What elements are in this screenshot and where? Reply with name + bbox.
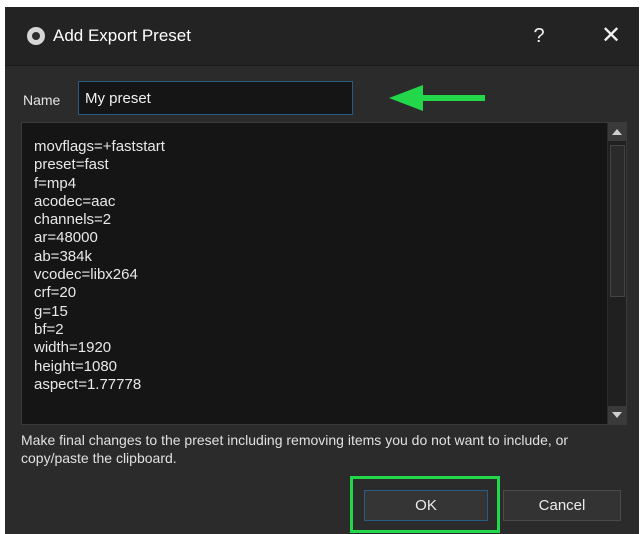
add-export-preset-dialog: Add Export Preset ? ✕ Name movflags=+fas… (5, 7, 639, 534)
preset-name-input[interactable] (78, 81, 353, 115)
preset-properties-textarea[interactable]: movflags=+faststart preset=fast f=mp4 ac… (21, 122, 627, 425)
preset-line: crf=20 (34, 284, 77, 302)
preset-line: ab=384k (34, 247, 92, 265)
title-bar: Add Export Preset ? ✕ (5, 7, 639, 66)
preset-line: height=1080 (34, 357, 117, 375)
preset-line: vcodec=libx264 (34, 266, 138, 284)
name-label: Name (23, 92, 61, 108)
cancel-button[interactable]: Cancel (503, 490, 621, 521)
scroll-up-arrow-icon[interactable] (608, 123, 626, 141)
close-button[interactable]: ✕ (596, 21, 626, 51)
help-button[interactable]: ? (524, 21, 554, 51)
scroll-down-arrow-icon[interactable] (608, 406, 626, 424)
preset-line: width=1920 (34, 339, 112, 357)
preset-line: acodec=aac (34, 192, 116, 210)
preset-line: preset=fast (34, 156, 109, 174)
preset-line: aspect=1.77778 (34, 375, 142, 393)
preset-line: f=mp4 (34, 174, 77, 192)
vertical-scrollbar[interactable] (607, 123, 626, 424)
ok-button[interactable]: OK (364, 490, 488, 521)
instructions-text: Make final changes to the preset includi… (21, 432, 569, 466)
green-arrow-left-icon (389, 85, 485, 111)
scrollbar-thumb[interactable] (610, 145, 625, 297)
preset-line: bf=2 (34, 320, 64, 338)
preset-properties-lines: movflags=+faststart preset=fast f=mp4 ac… (34, 138, 165, 394)
preset-line: movflags=+faststart (34, 138, 165, 155)
app-logo-icon (27, 27, 45, 45)
preset-line: channels=2 (34, 211, 112, 229)
preset-line: g=15 (34, 302, 68, 320)
preset-line: ar=48000 (34, 229, 98, 247)
dialog-title: Add Export Preset (53, 26, 191, 45)
